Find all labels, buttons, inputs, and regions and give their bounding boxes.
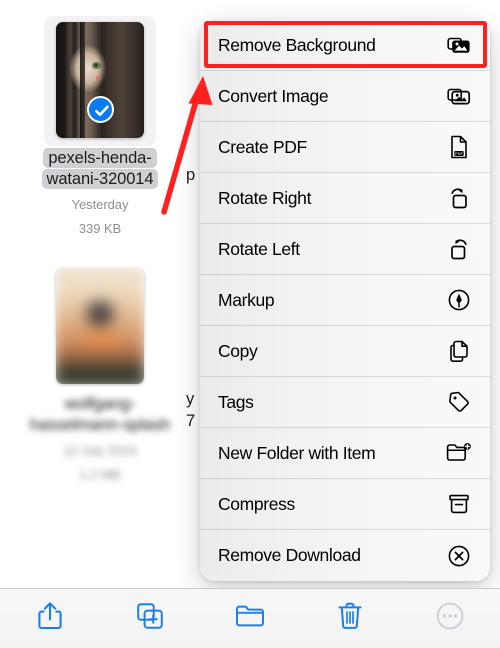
file-name-label: wolfgang-hasselmann-splash (20, 394, 180, 436)
rotate-right-icon (446, 185, 472, 211)
menu-item-convert-image[interactable]: Convert Image (200, 71, 490, 122)
bottom-toolbar (0, 588, 500, 648)
archive-box-icon (446, 491, 472, 517)
copy-documents-icon (446, 338, 472, 364)
menu-item-label: Create PDF (218, 136, 307, 157)
menu-item-remove-download[interactable]: Remove Download (200, 530, 490, 581)
menu-item-markup[interactable]: Markup (200, 275, 490, 326)
rotate-left-icon (446, 236, 472, 262)
file-size-label: 339 KB (78, 221, 122, 236)
menu-item-remove-background[interactable]: Remove Background (200, 20, 490, 71)
file-thumbnail-wrap[interactable] (44, 16, 156, 146)
menu-item-create-pdf[interactable]: Create PDF PDF (200, 122, 490, 173)
photo-stack-outline-icon (446, 83, 472, 109)
checkmark-circle-icon (87, 96, 114, 123)
menu-item-label: New Folder with Item (218, 442, 376, 463)
partial-file-name-col2-row1: p (186, 166, 196, 184)
file-item-blurred[interactable]: wolfgang-hasselmann-splash 12 July 2023 … (20, 268, 180, 484)
file-item-selected[interactable]: pexels-henda-watani-320014 Yesterday 339… (20, 16, 180, 238)
door-edge-shape (80, 22, 85, 138)
menu-item-rotate-left[interactable]: Rotate Left (200, 224, 490, 275)
cat-nose-shape (96, 76, 101, 80)
menu-item-label: Remove Background (218, 34, 376, 55)
partial-file-name-col2-row2: y (186, 390, 195, 408)
partial-file-size-col2-row2: 7 (186, 412, 196, 430)
sunset-photo-thumbnail (56, 268, 144, 384)
more-button[interactable] (422, 597, 478, 641)
menu-item-label: Remove Download (218, 545, 361, 565)
menu-item-label: Convert Image (218, 85, 329, 106)
menu-item-label: Copy (218, 340, 258, 361)
file-name-line-1: pexels-henda- (43, 148, 157, 168)
context-menu: Remove Background Convert Image Create P… (200, 20, 490, 581)
delete-button[interactable] (322, 597, 378, 641)
menu-item-label: Rotate Left (218, 238, 300, 259)
file-name-line-1: wolfgang- (64, 395, 136, 413)
menu-item-rotate-right[interactable]: Rotate Right (200, 173, 490, 224)
share-button[interactable] (22, 597, 78, 641)
cat-eye-shape (92, 62, 101, 69)
menu-item-label: Rotate Right (218, 187, 312, 208)
svg-text:PDF: PDF (455, 151, 464, 156)
menu-item-label: Compress (218, 493, 295, 514)
file-date-label: Yesterday (71, 197, 129, 212)
duplicate-plus-icon (136, 602, 164, 635)
menu-item-compress[interactable]: Compress (200, 479, 490, 530)
file-size-label: 1.2 MB (79, 467, 121, 482)
share-up-arrow-icon (37, 601, 63, 636)
file-name-line-2: watani-320014 (41, 169, 159, 189)
photo-image (56, 268, 144, 384)
ellipsis-circle-icon (436, 602, 464, 635)
file-date-label: 12 July 2023 (63, 443, 137, 458)
duplicate-button[interactable] (122, 597, 178, 641)
markup-pen-circle-icon (446, 287, 472, 313)
menu-item-copy[interactable]: Copy (200, 326, 490, 377)
menu-item-new-folder-with-item[interactable]: New Folder with Item (200, 428, 490, 479)
pdf-document-icon: PDF (446, 134, 472, 160)
file-name-label: pexels-henda-watani-320014 (20, 148, 180, 190)
xmark-circle-icon (446, 543, 472, 569)
tag-icon (446, 389, 472, 415)
new-folder-button[interactable] (222, 597, 278, 641)
photo-stack-filled-icon (446, 32, 472, 58)
menu-item-label: Tags (218, 391, 254, 412)
trash-icon (337, 601, 363, 636)
folder-plus-icon (446, 440, 472, 466)
folder-icon (235, 603, 265, 634)
menu-item-tags[interactable]: Tags (200, 377, 490, 428)
menu-item-label: Markup (218, 289, 275, 310)
files-app-screen: pexels-henda-watani-320014 Yesterday 339… (0, 0, 500, 648)
file-thumbnail-wrap[interactable] (56, 268, 144, 384)
file-name-line-2: hasselmann-splash (29, 416, 171, 434)
